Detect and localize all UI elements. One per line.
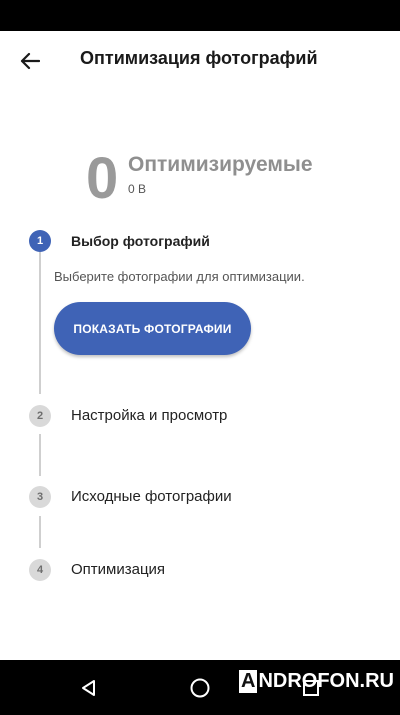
status-bar xyxy=(0,0,400,31)
page-title: Оптимизация фотографий xyxy=(80,48,318,68)
summary-size: 0 B xyxy=(128,182,147,196)
step-3-indicator: 3 xyxy=(29,486,51,508)
step-4-indicator: 4 xyxy=(29,559,51,581)
triangle-back-icon xyxy=(82,680,95,696)
optimized-count: 0 xyxy=(86,146,119,211)
step-connector-2 xyxy=(39,434,41,476)
step-2-indicator: 2 xyxy=(29,405,51,427)
watermark: A NDROFON.RU xyxy=(239,670,394,693)
step-1-label[interactable]: Выбор фотографий xyxy=(71,233,210,249)
summary-title: Оптимизируемые xyxy=(128,153,313,176)
step-2-label[interactable]: Настройка и просмотр xyxy=(71,407,227,424)
step-3-label[interactable]: Исходные фотографии xyxy=(71,488,232,505)
step-1-indicator: 1 xyxy=(29,230,51,252)
step-1-description: Выберите фотографии для оптимизации. xyxy=(54,269,305,284)
arrow-left-icon xyxy=(20,52,40,70)
step-connector-1 xyxy=(39,252,41,394)
back-button[interactable] xyxy=(14,45,46,77)
nav-home-button[interactable] xyxy=(185,673,215,703)
app-bar: Оптимизация фотографий xyxy=(0,31,400,89)
show-photos-button[interactable]: ПОКАЗАТЬ ФОТОГРАФИИ xyxy=(54,302,251,355)
optimization-summary: 0 Оптимизируемые 0 B xyxy=(0,140,400,220)
watermark-letter: A xyxy=(239,670,258,693)
nav-back-button[interactable] xyxy=(74,673,104,703)
circle-home-icon xyxy=(190,678,210,698)
step-connector-3 xyxy=(39,516,41,548)
step-4-label[interactable]: Оптимизация xyxy=(71,561,165,578)
watermark-text: NDROFON.RU xyxy=(258,670,394,692)
